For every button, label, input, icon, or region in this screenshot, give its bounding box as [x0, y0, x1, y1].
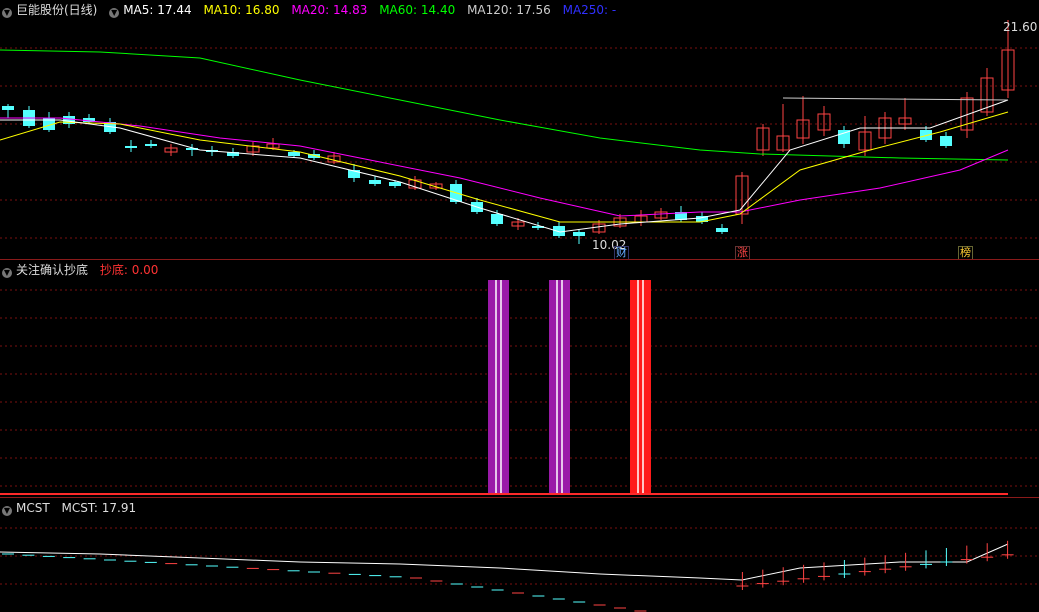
collapse-icon[interactable]: ▼	[2, 8, 12, 18]
ma5-line	[0, 99, 1009, 233]
mcst-pane[interactable]: ▼ MCST MCST: 17.91	[0, 498, 1039, 612]
high-price-label: 21.60	[1003, 20, 1038, 34]
ma20-line	[0, 117, 1009, 217]
mcst-value: MCST: 17.91	[61, 501, 137, 515]
ma20-label: MA20: 14.83	[291, 3, 368, 17]
ma60-label: MA60: 14.40	[379, 3, 456, 17]
candle-body	[491, 214, 503, 224]
candle-body	[125, 146, 137, 148]
indicator-title: 关注确认抄底	[16, 263, 89, 277]
candle-body	[553, 226, 565, 236]
price-chart-pane[interactable]: ▼ 巨能股份(日线) ▼ MA5: 17.44 MA10: 16.80 MA20: …	[0, 0, 1039, 259]
collapse-icon[interactable]: ▼	[2, 506, 12, 516]
ma250-label: MA250: -	[562, 3, 617, 17]
ma120-label: MA120: 17.56	[467, 3, 551, 17]
ranking-marker[interactable]: 榜	[958, 246, 973, 259]
signal-bar	[488, 280, 509, 494]
mcst-legend: ▼ MCST MCST: 17.91	[2, 500, 144, 516]
indicator-legend: ▼ 关注确认抄底 抄底: 0.00	[2, 262, 166, 278]
indicator-value: 抄底: 0.00	[99, 263, 159, 277]
ma10-label: MA10: 16.80	[203, 3, 280, 17]
candle-body	[288, 152, 300, 156]
candle-body	[145, 144, 157, 146]
collapse-icon[interactable]: ▼	[2, 268, 12, 278]
mcst-title: MCST	[16, 501, 50, 515]
ma120-line	[782, 97, 1009, 101]
candle-body	[940, 136, 952, 146]
candle-body	[369, 180, 381, 184]
signal-bar	[630, 280, 651, 494]
candlestick-chart[interactable]	[0, 0, 1039, 259]
candle-body	[389, 182, 401, 186]
price-legend: ▼ 巨能股份(日线) ▼ MA5: 17.44 MA10: 16.80 MA20: …	[2, 2, 624, 18]
candle-body	[716, 228, 728, 232]
signal-bar	[549, 280, 570, 494]
chart-title: 巨能股份(日线)	[16, 3, 98, 17]
indicator-chart[interactable]	[0, 260, 1039, 497]
ma5-label: MA5: 17.44	[123, 3, 192, 17]
dropdown-icon[interactable]: ▼	[109, 8, 120, 18]
bottom-fishing-indicator-pane[interactable]: ▼ 关注确认抄底 抄底: 0.00	[0, 260, 1039, 497]
limit-up-marker[interactable]: 涨	[735, 246, 750, 259]
mcst-chart[interactable]	[0, 498, 1039, 612]
finance-marker[interactable]: 财	[614, 246, 629, 259]
candle-body	[573, 232, 585, 236]
candle-body	[2, 106, 14, 110]
